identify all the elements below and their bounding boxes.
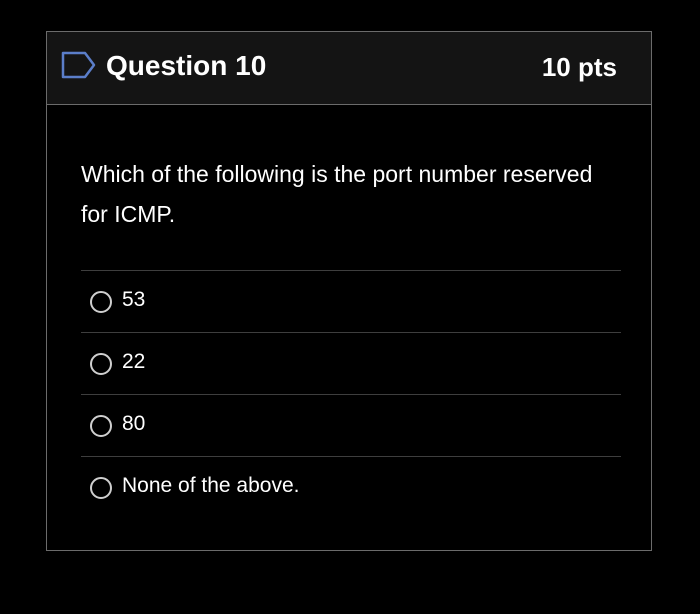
- radio-button[interactable]: [90, 291, 112, 313]
- radio-button[interactable]: [90, 477, 112, 499]
- answer-list: 53 22 80 None of the above.: [81, 270, 621, 518]
- answer-label[interactable]: 80: [122, 412, 145, 436]
- question-title: Question 10: [106, 50, 267, 81]
- question-card: Question 10 10 pts Which of the followin…: [46, 31, 652, 551]
- answer-option-80[interactable]: 80: [81, 394, 621, 456]
- radio-button[interactable]: [90, 353, 112, 375]
- answer-option-53[interactable]: 53: [81, 270, 621, 332]
- answer-option-none-of-the-above[interactable]: None of the above.: [81, 456, 621, 518]
- answer-label[interactable]: None of the above.: [122, 474, 299, 498]
- answer-label[interactable]: 22: [122, 350, 145, 374]
- question-text: Which of the following is the port numbe…: [81, 161, 593, 227]
- answer-option-22[interactable]: 22: [81, 332, 621, 394]
- answer-label[interactable]: 53: [122, 288, 145, 312]
- question-points: 10 pts: [541, 52, 617, 82]
- flag-question-icon[interactable]: [61, 51, 97, 79]
- question-header: Question 10 10 pts: [47, 32, 651, 105]
- radio-button[interactable]: [90, 415, 112, 437]
